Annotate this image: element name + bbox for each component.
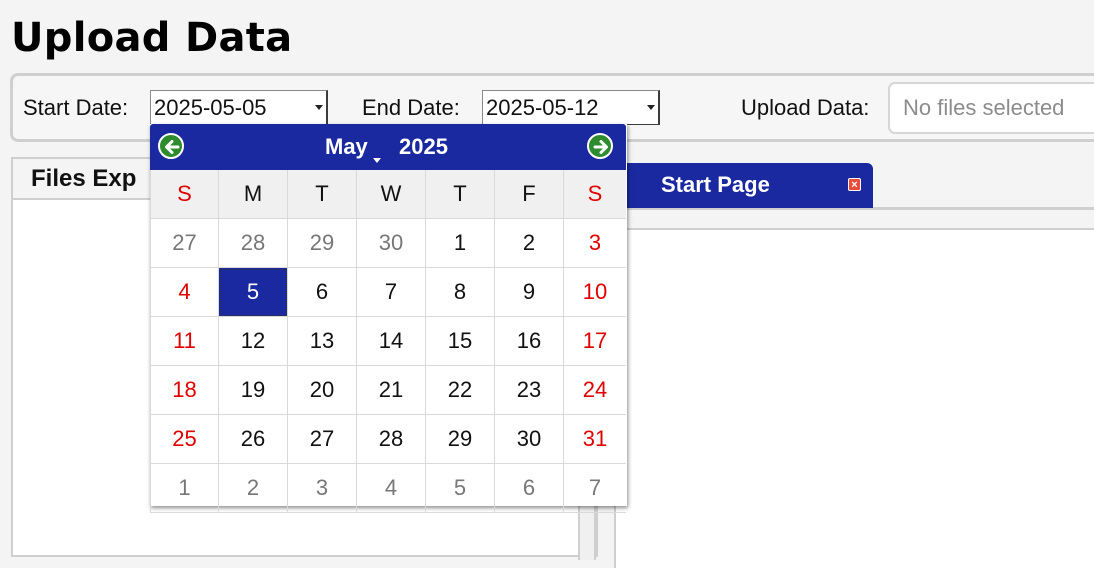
calendar-day[interactable]: 22 bbox=[426, 366, 495, 415]
calendar-day[interactable]: 25 bbox=[150, 415, 219, 464]
date-picker-popup: May 2025 S M T W T F S 27 28 29 30 1 2 3 4 5 6 7 8 9 10 11 12 1… bbox=[150, 124, 627, 513]
calendar-day[interactable]: 30 bbox=[495, 415, 564, 464]
chevron-down-icon[interactable] bbox=[373, 158, 381, 163]
calendar-year[interactable]: 2025 bbox=[399, 134, 448, 160]
calendar-week: 18 19 20 21 22 23 24 bbox=[150, 366, 626, 415]
files-explorer-title: Files Exp bbox=[31, 165, 137, 192]
calendar-day[interactable]: 13 bbox=[288, 317, 357, 366]
calendar-day[interactable]: 4 bbox=[150, 268, 219, 317]
start-date-value: 2025-05-05 bbox=[154, 95, 267, 120]
tab-label: Start Page bbox=[661, 172, 770, 197]
arrow-left-icon[interactable] bbox=[158, 133, 184, 159]
upload-data-label: Upload Data: bbox=[741, 95, 870, 120]
file-upload-input[interactable]: No files selected bbox=[888, 82, 1094, 134]
calendar-day[interactable]: 5 bbox=[219, 268, 288, 317]
weekday-header: M bbox=[219, 170, 288, 219]
calendar-week: 25 26 27 28 29 30 31 bbox=[150, 415, 626, 464]
weekday-row: SMTWTFS bbox=[150, 170, 626, 219]
calendar-day[interactable]: 17 bbox=[564, 317, 626, 366]
calendar-day[interactable]: 6 bbox=[495, 464, 564, 513]
calendar-day[interactable]: 16 bbox=[495, 317, 564, 366]
calendar-day[interactable]: 20 bbox=[288, 366, 357, 415]
end-date-value: 2025-05-12 bbox=[486, 95, 599, 120]
calendar-day[interactable]: 2 bbox=[495, 219, 564, 268]
calendar-week: 4 5 6 7 8 9 10 bbox=[150, 268, 626, 317]
calendar-day[interactable]: 2 bbox=[219, 464, 288, 513]
end-date-label: End Date: bbox=[362, 95, 460, 120]
calendar-day[interactable]: 28 bbox=[357, 415, 426, 464]
calendar-day[interactable]: 3 bbox=[288, 464, 357, 513]
calendar-day[interactable]: 14 bbox=[357, 317, 426, 366]
weekday-header: T bbox=[426, 170, 495, 219]
calendar-day[interactable]: 5 bbox=[426, 464, 495, 513]
tab-start-page[interactable]: Start Page × bbox=[600, 163, 873, 208]
calendar-day[interactable]: 1 bbox=[150, 464, 219, 513]
calendar-day[interactable]: 1 bbox=[426, 219, 495, 268]
start-date-label: Start Date: bbox=[23, 95, 129, 120]
calendar-day[interactable]: 31 bbox=[564, 415, 626, 464]
weekday-header: T bbox=[288, 170, 357, 219]
calendar-week: 11 12 13 14 15 16 17 bbox=[150, 317, 626, 366]
calendar-month[interactable]: May bbox=[325, 134, 368, 160]
calendar-day[interactable]: 7 bbox=[357, 268, 426, 317]
weekday-header: W bbox=[357, 170, 426, 219]
calendar-week: 27 28 29 30 1 2 3 bbox=[150, 219, 626, 268]
end-date-input[interactable]: 2025-05-12 bbox=[482, 90, 660, 125]
start-date-input[interactable]: 2025-05-05 bbox=[150, 90, 328, 125]
calendar-day[interactable]: 23 bbox=[495, 366, 564, 415]
page-title: Upload Data bbox=[11, 15, 293, 61]
calendar-day[interactable]: 21 bbox=[357, 366, 426, 415]
calendar-day[interactable]: 26 bbox=[219, 415, 288, 464]
calendar-day[interactable]: 4 bbox=[357, 464, 426, 513]
calendar-week: 1234567 bbox=[150, 464, 626, 513]
calendar-day[interactable]: 7 bbox=[564, 464, 626, 513]
calendar-header: May 2025 bbox=[150, 124, 626, 170]
chevron-down-icon[interactable] bbox=[647, 105, 655, 110]
weekday-header: S bbox=[150, 170, 219, 219]
calendar-day[interactable]: 18 bbox=[150, 366, 219, 415]
calendar-day[interactable]: 8 bbox=[426, 268, 495, 317]
weekday-header: F bbox=[495, 170, 564, 219]
calendar-day[interactable]: 19 bbox=[219, 366, 288, 415]
close-icon[interactable]: × bbox=[848, 178, 861, 191]
calendar-day[interactable]: 9 bbox=[495, 268, 564, 317]
calendar-day[interactable]: 15 bbox=[426, 317, 495, 366]
calendar-day[interactable]: 29 bbox=[288, 219, 357, 268]
calendar-day[interactable]: 29 bbox=[426, 415, 495, 464]
calendar-day[interactable]: 6 bbox=[288, 268, 357, 317]
calendar-day[interactable]: 28 bbox=[219, 219, 288, 268]
calendar-day[interactable]: 24 bbox=[564, 366, 626, 415]
calendar-day[interactable]: 3 bbox=[564, 219, 626, 268]
chevron-down-icon[interactable] bbox=[315, 105, 323, 110]
weekday-header: S bbox=[564, 170, 626, 219]
calendar-day[interactable]: 12 bbox=[219, 317, 288, 366]
calendar-day[interactable]: 10 bbox=[564, 268, 626, 317]
calendar-day[interactable]: 27 bbox=[288, 415, 357, 464]
arrow-right-icon[interactable] bbox=[587, 133, 613, 159]
calendar-day[interactable]: 11 bbox=[150, 317, 219, 366]
calendar-grid: S M T W T F S 27 28 29 30 1 2 3 4 5 6 7 8 9 10 11 12 13 14 15 16 17… bbox=[150, 170, 626, 513]
calendar-day[interactable]: 27 bbox=[150, 219, 219, 268]
start-page-content bbox=[614, 228, 1094, 568]
calendar-day[interactable]: 30 bbox=[357, 219, 426, 268]
